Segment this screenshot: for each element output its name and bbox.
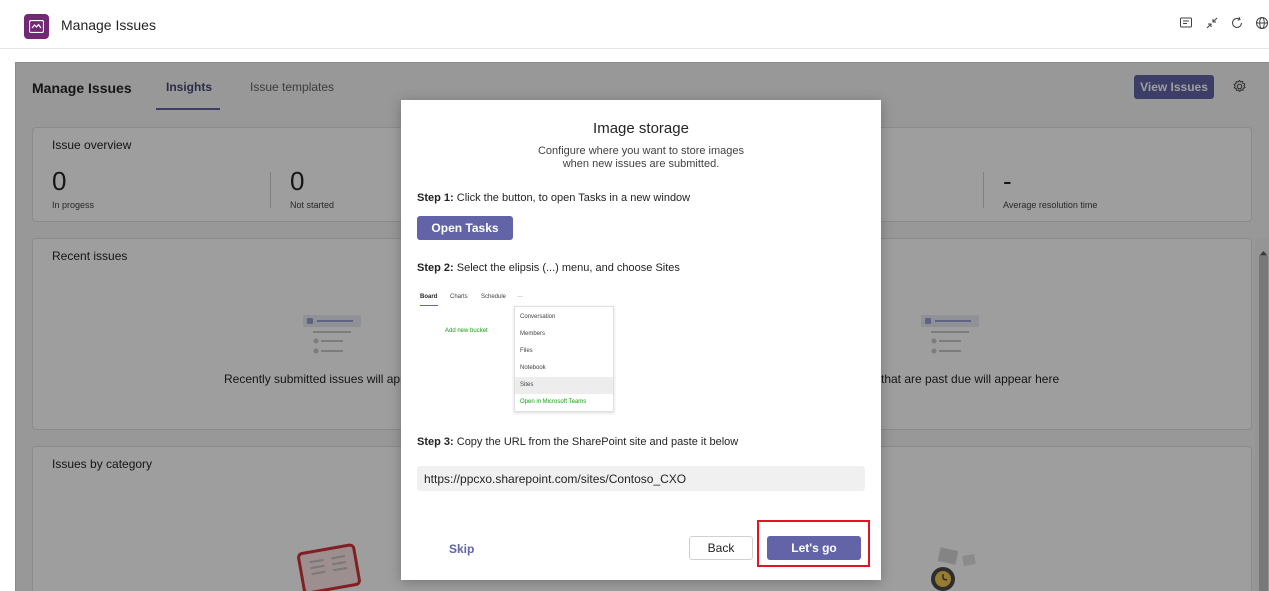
step-label: Step 1:	[417, 192, 454, 204]
mock-menu-item: Conversation	[520, 314, 556, 320]
planner-menu-screenshot: Board Charts Schedule ··· Add new bucket…	[417, 290, 617, 414]
mock-add-bucket: Add new bucket	[445, 328, 488, 334]
mock-menu-item-selected: Sites	[515, 377, 613, 394]
dialog-title: Image storage	[593, 120, 689, 137]
sharepoint-url-input[interactable]	[417, 466, 865, 491]
step-1-instruction: Step 1: Click the button, to open Tasks …	[417, 192, 690, 204]
mock-ellipsis-icon: ···	[517, 294, 523, 300]
mock-tab-charts: Charts	[450, 294, 468, 300]
step-3-instruction: Step 3: Copy the URL from the SharePoint…	[417, 436, 738, 448]
mock-menu-item: Open in Microsoft Teams	[520, 399, 587, 405]
globe-icon[interactable]	[1255, 16, 1269, 32]
mock-menu-item: Members	[520, 331, 546, 337]
mock-tab-board: Board	[420, 294, 438, 300]
mock-tab-schedule: Schedule	[481, 294, 507, 300]
chat-icon[interactable]	[1179, 16, 1195, 32]
step-label: Step 3:	[417, 436, 454, 448]
title-bar: Manage Issues	[0, 0, 1269, 49]
refresh-icon[interactable]	[1230, 16, 1246, 32]
dialog-subtitle: Configure where you want to store images…	[491, 145, 791, 171]
step-text: Copy the URL from the SharePoint site an…	[453, 436, 739, 448]
step-label: Step 2:	[417, 262, 454, 274]
step-2-instruction: Step 2: Select the elipsis (...) menu, a…	[417, 262, 680, 274]
image-storage-dialog: Image storage Configure where you want t…	[401, 100, 881, 580]
app-logo-icon	[24, 14, 49, 39]
dialog-subtitle-line: Configure where you want to store images	[537, 145, 745, 157]
mock-menu-item: Notebook	[520, 365, 546, 371]
mock-tab-underline	[420, 305, 438, 306]
skip-button[interactable]: Skip	[449, 542, 474, 556]
open-tasks-button[interactable]: Open Tasks	[417, 216, 513, 240]
back-button[interactable]: Back	[689, 536, 753, 560]
collapse-icon[interactable]	[1205, 16, 1221, 32]
dialog-subtitle-line: when new issues are submitted.	[562, 158, 720, 170]
highlight-box	[757, 520, 870, 567]
mock-menu: Conversation Members Files Notebook Site…	[514, 306, 614, 412]
step-text: Click the button, to open Tasks in a new…	[453, 192, 691, 204]
app-title: Manage Issues	[61, 17, 156, 33]
mock-menu-item: Files	[520, 348, 533, 354]
step-text: Select the elipsis (...) menu, and choos…	[453, 262, 680, 274]
